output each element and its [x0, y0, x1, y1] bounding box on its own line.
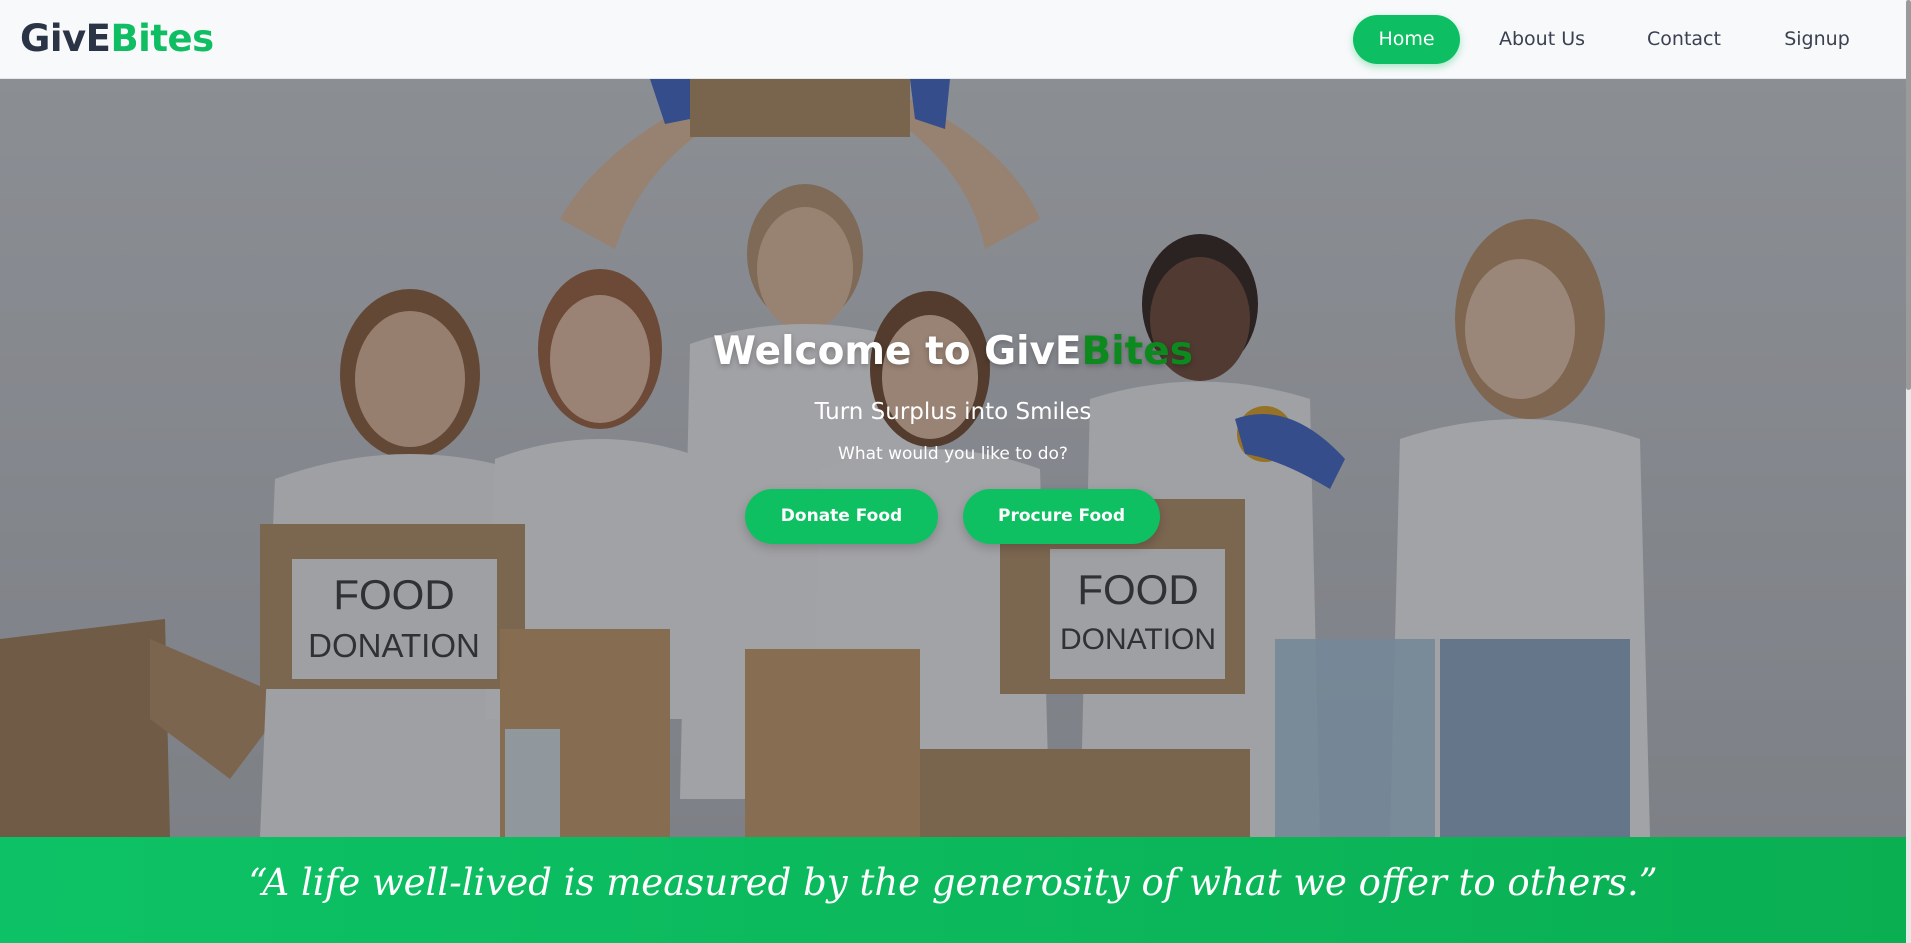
hero-title: Welcome to GivEBites	[0, 329, 1906, 374]
nav-signup-link[interactable]: Signup	[1770, 15, 1864, 64]
nav-home-link[interactable]: Home	[1353, 15, 1460, 64]
quote-band: “A life well-lived is measured by the ge…	[0, 837, 1906, 943]
site-logo[interactable]: GivEBites	[20, 15, 214, 63]
hero-subtitle: Turn Surplus into Smiles	[814, 399, 1092, 425]
hero-section: FOOD DONATION FOOD DONATION Welcome to G…	[0, 79, 1906, 837]
logo-text-part2: Bites	[110, 17, 214, 60]
navbar: GivEBites Home About Us Contact Signup	[0, 0, 1906, 79]
procure-food-button[interactable]: Procure Food	[963, 489, 1160, 544]
quote-text: “A life well-lived is measured by the ge…	[248, 861, 1658, 904]
hero-title-accent: Bites	[1081, 329, 1193, 374]
page-scrollbar[interactable]	[1906, 0, 1911, 943]
hero-title-prefix: Welcome to GivE	[713, 329, 1082, 374]
nav-about-link[interactable]: About Us	[1484, 15, 1600, 64]
hero-question: What would you like to do?	[838, 444, 1068, 464]
nav-contact-link[interactable]: Contact	[1632, 15, 1736, 64]
logo-text-part1: GivE	[20, 17, 111, 60]
scrollbar-thumb[interactable]	[1906, 0, 1911, 390]
donate-food-button[interactable]: Donate Food	[745, 489, 938, 544]
